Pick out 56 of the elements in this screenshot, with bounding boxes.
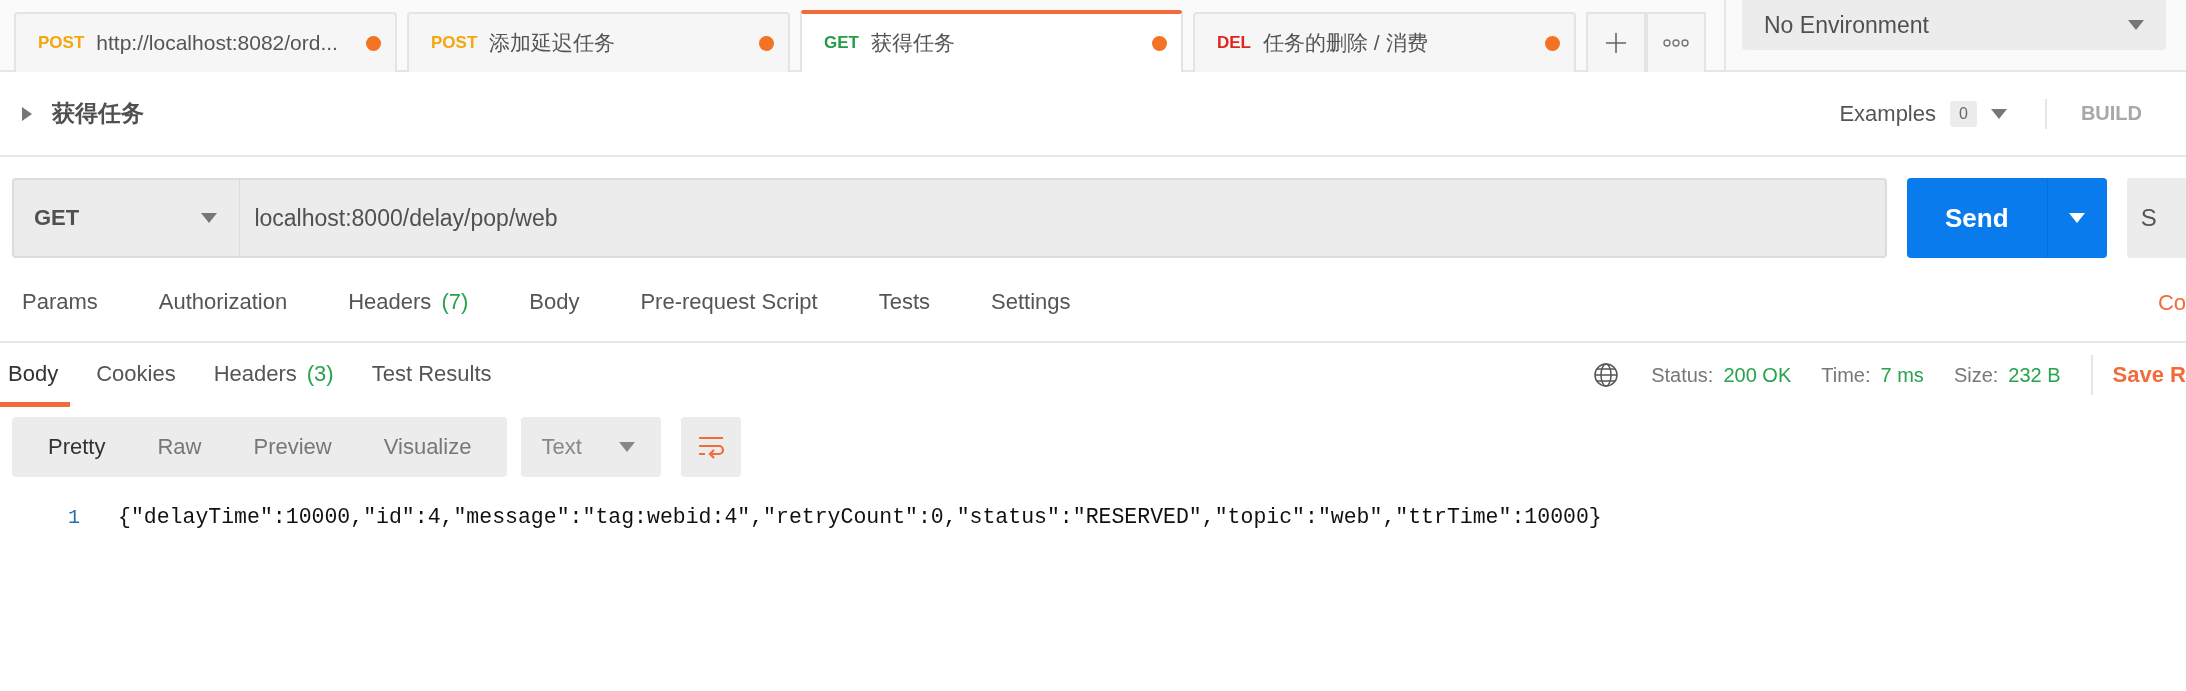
caret-icon	[619, 442, 636, 452]
tab-title: 获得任务	[870, 30, 956, 56]
method-label: POST	[431, 33, 478, 53]
view-mode-tab[interactable]: Visualize	[357, 434, 498, 460]
method-label: GET	[824, 33, 859, 53]
meta-label: Status:	[1651, 363, 1714, 387]
url-field[interactable]: localhost:8000/delay/pop/web	[240, 178, 1887, 258]
examples-count: 0	[1950, 100, 1977, 127]
meta-value: 7 ms	[1880, 363, 1924, 387]
meta-label: Time:	[1821, 363, 1871, 387]
request-section-tab[interactable]: Body	[529, 280, 580, 326]
wrap-icon	[697, 435, 726, 459]
caret-icon[interactable]	[1990, 108, 2007, 119]
view-mode-tab[interactable]: Pretty	[22, 434, 132, 460]
caret-icon	[2128, 20, 2144, 30]
tab-title: 任务的删除 / 消费	[1263, 30, 1429, 56]
request-section-tab[interactable]: Authorization	[158, 280, 288, 326]
method-dropdown[interactable]: GET	[12, 178, 241, 258]
examples-label[interactable]: Examples	[1839, 100, 1936, 127]
wrap-lines-button[interactable]	[681, 417, 742, 477]
request-section-tab[interactable]: Pre-request Script	[640, 280, 818, 326]
request-name: 获得任务	[52, 99, 144, 128]
request-tab[interactable]: POST 添加延迟任务	[407, 12, 790, 72]
line-number: 1	[67, 505, 80, 529]
request-section-tab[interactable]: Tests	[878, 280, 931, 326]
response-section-tab[interactable]: Headers (3)	[205, 343, 342, 407]
meta-label: Size:	[1953, 363, 1999, 387]
code-line: {"delayTime":10000,"id":4,"message":"tag:webid:4","retryCount":0,"status":"RESERVED","topic":"web","ttrTime":10000}	[118, 505, 1602, 529]
caret-icon	[2069, 212, 2086, 223]
more-icon	[1663, 38, 1689, 48]
expand-icon[interactable]	[22, 106, 32, 121]
meta-value: 200 OK	[1723, 363, 1792, 387]
more-tabs-button[interactable]	[1646, 12, 1706, 72]
request-tab[interactable]: POST http://localhost:8082/ord...	[14, 12, 397, 72]
method-label: POST	[38, 33, 85, 53]
plus-icon	[1605, 32, 1627, 54]
response-section-tab[interactable]: Test Results	[363, 343, 500, 407]
view-mode-tab[interactable]: Raw	[131, 434, 228, 460]
tab-title: 添加延迟任务	[489, 30, 617, 56]
save-button[interactable]: S	[2126, 178, 2186, 258]
tab-title: http://localhost:8082/ord...	[96, 31, 339, 55]
environment-dropdown[interactable]: No Environment	[1742, 0, 2166, 50]
request-tab[interactable]: GET 获得任务	[800, 10, 1183, 72]
response-section-tab[interactable]: Body	[0, 343, 71, 407]
method-label: DEL	[1217, 33, 1251, 53]
request-section-tab[interactable]: Headers (7)	[348, 280, 469, 326]
meta-value: 232 B	[2008, 363, 2061, 387]
request-tab[interactable]: DEL 任务的删除 / 消费	[1193, 12, 1576, 72]
send-button[interactable]: Send	[1906, 178, 2047, 258]
caret-icon	[201, 213, 218, 223]
globe-icon[interactable]	[1593, 362, 1620, 388]
view-mode-tab[interactable]: Preview	[227, 434, 358, 460]
new-tab-button[interactable]	[1586, 12, 1646, 72]
request-section-tab[interactable]: Params	[22, 280, 98, 326]
request-section-tab[interactable]: Settings	[991, 280, 1071, 326]
response-section-tab[interactable]: Cookies	[88, 343, 184, 407]
